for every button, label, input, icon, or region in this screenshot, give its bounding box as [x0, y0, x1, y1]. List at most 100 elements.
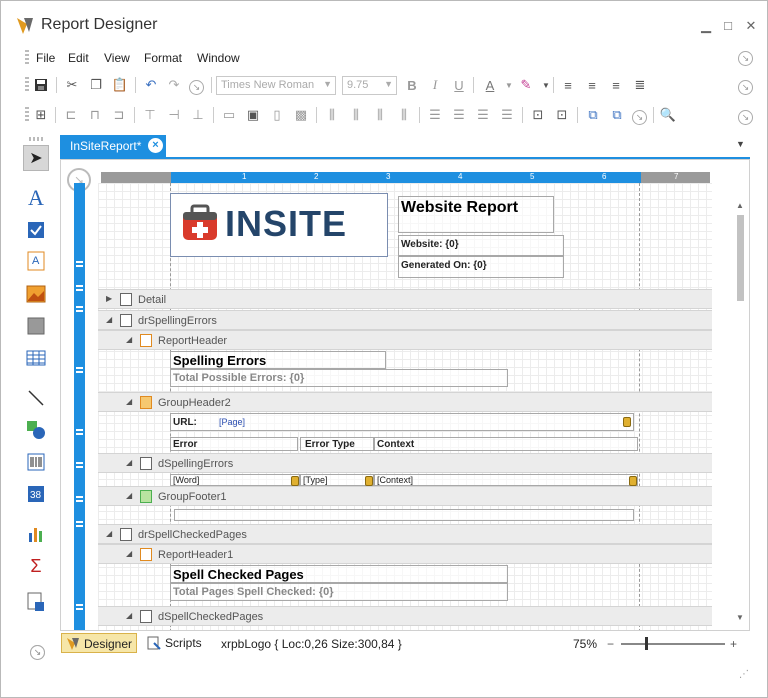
band-dr-spell-checked-pages[interactable]: ◢ drSpellCheckedPages	[98, 524, 712, 544]
band-d-spelling-errors[interactable]: ◢ dSpellingErrors	[98, 453, 712, 473]
tab-scripts[interactable]: Scripts	[143, 633, 206, 653]
formatting-options-icon[interactable]: ↘	[738, 80, 753, 95]
align-right-icon[interactable]: ≡	[606, 75, 626, 95]
spelling-errors-title-box[interactable]: Spelling Errors	[170, 351, 386, 369]
zoom-in-button[interactable]: +	[730, 637, 737, 651]
font-name-combo[interactable]: Times New Roman ▼	[216, 76, 336, 95]
pointer-tool-icon[interactable]: ➤	[23, 145, 49, 171]
align-tops-icon[interactable]: ⊤	[140, 105, 160, 125]
zoom-icon[interactable]: 🔍	[658, 105, 678, 125]
collapse-icon[interactable]: ◢	[126, 335, 132, 344]
vert-spacing-remove-icon[interactable]: ☰	[497, 105, 517, 125]
collapse-icon[interactable]: ◢	[106, 529, 112, 538]
collapse-icon[interactable]: ◢	[126, 458, 132, 467]
same-width-icon[interactable]: ▭	[219, 105, 239, 125]
collapse-icon[interactable]: ◢	[126, 549, 132, 558]
tab-designer[interactable]: Designer	[61, 633, 138, 653]
band-detail[interactable]: ▶ Detail	[98, 289, 712, 309]
error-column-header[interactable]: Error	[170, 437, 298, 451]
picture-box-tool-icon[interactable]	[23, 281, 49, 307]
toolbar-grip[interactable]	[25, 77, 29, 93]
horiz-spacing-remove-icon[interactable]: ⫼	[394, 105, 414, 125]
zoom-out-button[interactable]: −	[607, 637, 614, 651]
logo-picture-box[interactable]: INSITE	[170, 193, 388, 257]
scrollbar-thumb[interactable]	[737, 215, 744, 301]
total-possible-errors-box[interactable]: Total Possible Errors: {0}	[170, 369, 508, 387]
menu-view[interactable]: View	[104, 51, 130, 65]
align-rights-icon[interactable]: ⊐	[109, 105, 129, 125]
chart-tool-icon[interactable]	[23, 521, 49, 547]
maximize-button[interactable]: □	[719, 17, 737, 35]
size-to-grid-icon[interactable]: ▣	[243, 105, 263, 125]
menu-edit[interactable]: Edit	[68, 51, 89, 65]
barcode-tool-icon[interactable]	[23, 449, 49, 475]
minimize-button[interactable]: ▁	[697, 17, 715, 35]
group-footer-line[interactable]	[174, 509, 634, 521]
scroll-down-icon[interactable]: ▼	[736, 613, 744, 622]
context-column-header[interactable]: Context	[374, 437, 638, 451]
menu-grip[interactable]	[25, 50, 29, 66]
align-bottoms-icon[interactable]: ⊥	[188, 105, 208, 125]
cut-icon[interactable]: ✂	[62, 75, 82, 95]
align-center-icon[interactable]: ≡	[582, 75, 602, 95]
menu-format[interactable]: Format	[144, 51, 182, 65]
center-horizontally-icon[interactable]: ⊡	[528, 105, 548, 125]
underline-button[interactable]: U	[449, 75, 469, 95]
resize-grip-icon[interactable]: ⋰	[739, 669, 749, 680]
word-field-box[interactable]: [Word]	[170, 474, 300, 486]
collapse-icon[interactable]: ◢	[126, 397, 132, 406]
toolbar-grip[interactable]	[25, 107, 29, 123]
url-row-box[interactable]: URL: [Page]	[170, 413, 634, 431]
type-field-box[interactable]: [Type]	[300, 474, 374, 486]
status-options-icon[interactable]: ↘	[30, 645, 45, 660]
fore-color-button[interactable]: A	[480, 75, 500, 95]
scroll-up-icon[interactable]: ▲	[736, 201, 744, 210]
italic-button[interactable]: I	[425, 75, 445, 95]
label-tool-icon[interactable]: A	[23, 185, 49, 211]
bring-to-front-icon[interactable]: ⧉	[583, 105, 603, 125]
vert-spacing-equal-icon[interactable]: ☰	[425, 105, 445, 125]
align-lefts-icon[interactable]: ⊏	[61, 105, 81, 125]
website-label-box[interactable]: Website: {0}	[398, 235, 564, 256]
close-tab-icon[interactable]: ×	[148, 138, 163, 153]
paste-icon[interactable]: 📋	[110, 75, 130, 95]
menu-window[interactable]: Window	[197, 51, 240, 65]
history-options-icon[interactable]: ↘	[189, 80, 204, 95]
horiz-spacing-equal-icon[interactable]: ⫼	[322, 105, 342, 125]
report-canvas[interactable]: INSITE Website Report Website: {0} Gener…	[98, 183, 712, 630]
generated-on-box[interactable]: Generated On: {0}	[398, 256, 564, 278]
band-group-header2[interactable]: ◢ GroupHeader2	[98, 392, 712, 412]
same-size-icon[interactable]: ▩	[291, 105, 311, 125]
align-left-icon[interactable]: ≡	[558, 75, 578, 95]
band-report-header[interactable]: ◢ ReportHeader	[98, 330, 712, 350]
expand-icon[interactable]: ▶	[106, 294, 112, 303]
tab-insite-report[interactable]: InSiteReport* ×	[60, 135, 166, 157]
line-tool-icon[interactable]	[23, 385, 49, 411]
menu-options-icon[interactable]: ↘	[738, 51, 753, 66]
align-centers-icon[interactable]: ⊓	[85, 105, 105, 125]
tab-list-chevron-down-icon[interactable]: ▼	[736, 139, 745, 149]
align-middles-icon[interactable]: ⊣	[164, 105, 184, 125]
vertical-scrollbar[interactable]: ▲ ▼	[735, 201, 745, 631]
website-report-title-box[interactable]: Website Report	[398, 196, 554, 233]
shape-tool-icon[interactable]	[23, 417, 49, 443]
save-icon[interactable]	[31, 75, 51, 95]
horiz-spacing-increase-icon[interactable]: ⫼	[346, 105, 366, 125]
send-to-back-icon[interactable]: ⧉	[607, 105, 627, 125]
close-button[interactable]: ✕	[742, 17, 760, 35]
band-report-header1[interactable]: ◢ ReportHeader1	[98, 544, 712, 564]
same-height-icon[interactable]: ▯	[267, 105, 287, 125]
layout-options-icon[interactable]: ↘	[632, 110, 647, 125]
zoom-slider-track[interactable]	[621, 643, 725, 645]
band-group-footer1[interactable]: ◢ GroupFooter1	[98, 486, 712, 506]
align-to-grid-icon[interactable]: ⊞	[31, 105, 51, 125]
total-pages-checked-box[interactable]: Total Pages Spell Checked: {0}	[170, 583, 508, 601]
undo-icon[interactable]: ↶	[141, 75, 161, 95]
error-type-column-header[interactable]: Error Type	[300, 437, 374, 451]
band-dr-spelling-errors[interactable]: ◢ drSpellingErrors	[98, 310, 712, 330]
justify-icon[interactable]: ≣	[630, 75, 650, 95]
context-field-box[interactable]: [Context]	[374, 474, 638, 486]
vert-spacing-increase-icon[interactable]: ☰	[449, 105, 469, 125]
spell-checked-title-box[interactable]: Spell Checked Pages	[170, 565, 508, 583]
font-size-combo[interactable]: 9.75 ▼	[342, 76, 397, 95]
